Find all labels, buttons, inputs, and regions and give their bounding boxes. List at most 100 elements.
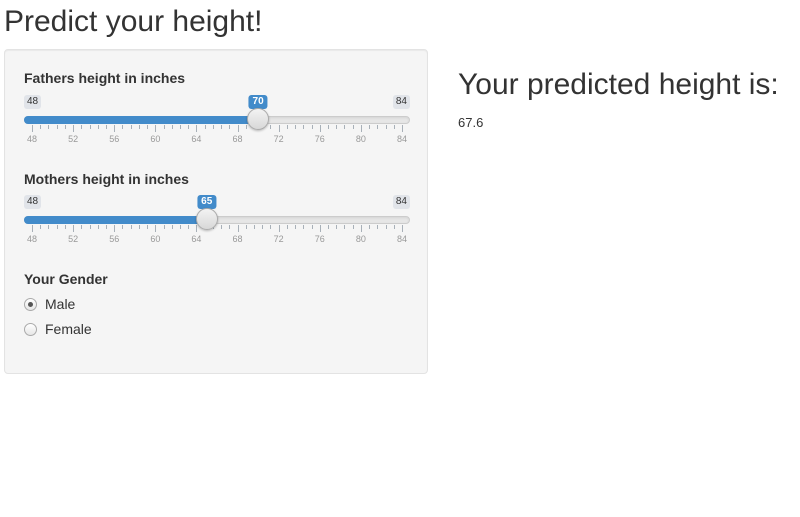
slider-tick-label: 84 xyxy=(396,234,408,244)
slider-handle[interactable] xyxy=(247,108,270,130)
slider-major-tick xyxy=(237,125,239,132)
radio-label-female: Female xyxy=(45,321,92,337)
slider-minor-tick xyxy=(352,125,354,129)
slider-minor-tick xyxy=(64,225,66,229)
slider-minor-tick xyxy=(97,125,99,129)
prediction-heading: Your predicted height is: xyxy=(458,68,779,101)
slider-handle[interactable] xyxy=(195,208,218,230)
slider-major-tick xyxy=(114,225,116,232)
prediction-value: 67.6 xyxy=(458,115,484,130)
slider-minor-tick xyxy=(377,125,379,129)
slider-minor-tick xyxy=(369,225,371,229)
slider-tick-label: 68 xyxy=(232,234,243,244)
slider-minor-tick xyxy=(352,225,354,229)
slider-major-tick xyxy=(196,225,198,232)
slider-minor-tick xyxy=(40,125,42,129)
gender-option-female[interactable]: Female xyxy=(24,320,92,338)
slider-min-label: 48 xyxy=(24,95,42,109)
father-height-label: Fathers height in inches xyxy=(24,70,186,86)
slider-minor-tick xyxy=(106,225,107,229)
slider-tick-label: 48 xyxy=(26,234,38,244)
slider-minor-tick xyxy=(171,125,173,129)
slider-minor-tick xyxy=(344,225,346,229)
slider-major-tick xyxy=(32,225,33,232)
slider-minor-tick xyxy=(311,125,313,129)
slider-tick-label: 56 xyxy=(109,234,120,244)
slider-minor-tick xyxy=(204,125,206,129)
slider-fill xyxy=(24,116,259,124)
slider-major-tick xyxy=(73,225,75,232)
slider-minor-tick xyxy=(385,125,387,129)
slider-minor-tick xyxy=(303,225,305,229)
mother-height-label: Mothers height in inches xyxy=(24,171,189,187)
page-title: Predict your height! xyxy=(4,5,263,38)
slider-minor-tick xyxy=(56,125,58,129)
slider-major-tick xyxy=(319,125,321,132)
slider-minor-tick xyxy=(336,225,338,229)
slider-max-label: 84 xyxy=(392,95,410,109)
gender-label: Your Gender xyxy=(24,271,108,287)
slider-minor-tick xyxy=(344,125,346,129)
slider-min-label: 48 xyxy=(24,195,42,209)
slider-minor-tick xyxy=(303,125,305,129)
radio-button-male[interactable] xyxy=(24,297,37,311)
slider-tick-label: 60 xyxy=(150,234,161,244)
slider-minor-tick xyxy=(295,125,297,129)
slider-major-tick xyxy=(360,125,362,132)
slider-tick-label: 56 xyxy=(109,134,120,144)
slider-minor-tick xyxy=(221,225,223,229)
slider-major-tick xyxy=(278,125,280,132)
slider-tick-label: 80 xyxy=(355,134,366,144)
slider-major-tick xyxy=(402,125,403,132)
slider-minor-tick xyxy=(262,225,264,229)
gender-option-male[interactable]: Male xyxy=(24,295,75,313)
slider-minor-tick xyxy=(106,125,107,129)
slider-minor-tick xyxy=(270,125,272,129)
slider-ticks: 48 52 56 60 64 68 72 76 80 84 xyxy=(24,225,410,244)
slider-major-tick xyxy=(278,225,280,232)
slider-minor-tick xyxy=(130,225,132,229)
slider-minor-tick xyxy=(130,125,132,129)
slider-major-tick xyxy=(32,125,33,132)
mother-height-slider[interactable]: 48 84 65 48 52 56 60 64 68 72 76 80 84 xyxy=(24,195,410,255)
slider-tick-label: 64 xyxy=(191,234,202,244)
slider-max-label: 84 xyxy=(392,195,410,209)
slider-fill xyxy=(24,216,207,224)
slider-minor-tick xyxy=(245,125,247,129)
slider-minor-tick xyxy=(286,225,288,229)
slider-minor-tick xyxy=(180,125,181,129)
slider-minor-tick xyxy=(188,125,190,129)
slider-minor-tick xyxy=(40,225,42,229)
slider-minor-tick xyxy=(221,125,223,129)
slider-minor-tick xyxy=(311,225,313,229)
slider-minor-tick xyxy=(212,125,214,129)
radio-button-female[interactable] xyxy=(24,322,37,336)
slider-minor-tick xyxy=(328,125,329,129)
slider-major-tick xyxy=(155,225,157,232)
input-panel: Fathers height in inches 48 84 70 48 52 56… xyxy=(4,49,428,374)
slider-minor-tick xyxy=(393,225,395,229)
slider-minor-tick xyxy=(122,125,124,129)
slider-minor-tick xyxy=(245,225,247,229)
slider-minor-tick xyxy=(48,225,50,229)
father-height-slider[interactable]: 48 84 70 48 52 56 60 64 68 72 76 80 84 xyxy=(24,95,410,155)
slider-major-tick xyxy=(360,225,362,232)
slider-minor-tick xyxy=(138,225,140,229)
slider-minor-tick xyxy=(138,125,140,129)
slider-minor-tick xyxy=(97,225,99,229)
slider-minor-tick xyxy=(286,125,288,129)
slider-tick-label: 52 xyxy=(68,234,79,244)
slider-minor-tick xyxy=(147,125,149,129)
slider-minor-tick xyxy=(229,225,231,229)
slider-tick-label: 84 xyxy=(396,134,408,144)
slider-major-tick xyxy=(196,125,198,132)
slider-tick-label: 76 xyxy=(314,234,325,244)
slider-minor-tick xyxy=(147,225,149,229)
slider-value-label: 70 xyxy=(248,95,268,109)
slider-minor-tick xyxy=(377,225,379,229)
slider-major-tick xyxy=(155,125,157,132)
slider-major-tick xyxy=(319,225,321,232)
slider-minor-tick xyxy=(328,225,329,229)
slider-minor-tick xyxy=(171,225,173,229)
slider-minor-tick xyxy=(180,225,181,229)
